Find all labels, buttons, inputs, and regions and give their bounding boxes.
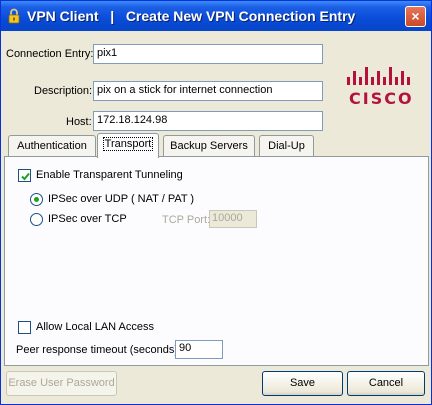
erase-password-button[interactable]: Erase User Password <box>6 371 117 396</box>
connection-entry-label: Connection Entry: <box>6 48 94 60</box>
close-button[interactable]: × <box>405 6 426 27</box>
tab-backup-servers-label: Backup Servers <box>170 140 248 152</box>
window-title: VPN Client | Create New VPN Connection E… <box>27 8 356 24</box>
allow-lan-checkbox[interactable] <box>18 321 31 334</box>
ipsec-tcp-radio[interactable] <box>30 213 43 226</box>
tab-authentication-label: Authentication <box>17 140 87 152</box>
cisco-wordmark: CISCO <box>349 89 414 108</box>
tab-authentication[interactable]: Authentication <box>8 135 96 157</box>
tab-backup-servers[interactable]: Backup Servers <box>163 135 255 157</box>
cancel-button[interactable]: Cancel <box>347 371 425 396</box>
save-button[interactable]: Save <box>262 371 343 396</box>
connection-entry-field[interactable]: pix1 <box>93 44 323 64</box>
cisco-bridge-icon <box>347 67 410 85</box>
description-field[interactable]: pix on a stick for internet connection <box>93 81 323 101</box>
cisco-logo: CISCO <box>339 65 413 109</box>
transport-panel: Enable Transparent Tunneling IPSec over … <box>4 156 429 366</box>
vpn-dialog: VPN Client | Create New VPN Connection E… <box>0 0 432 405</box>
tab-transport[interactable]: Transport <box>97 133 159 158</box>
peer-timeout-field[interactable]: 90 <box>175 340 223 359</box>
tab-dial-up[interactable]: Dial-Up <box>259 135 314 157</box>
ipsec-tcp-label: IPSec over TCP <box>48 213 127 225</box>
tab-transport-label: Transport <box>102 137 154 151</box>
tab-dial-up-label: Dial-Up <box>268 140 305 152</box>
title-bar[interactable]: VPN Client | Create New VPN Connection E… <box>1 1 431 31</box>
lock-icon <box>8 8 20 24</box>
host-field[interactable]: 172.18.124.98 <box>93 111 323 131</box>
checkmark-icon <box>21 172 30 181</box>
ipsec-udp-label: IPSec over UDP ( NAT / PAT ) <box>48 193 195 205</box>
peer-timeout-label: Peer response timeout (seconds): <box>16 344 182 356</box>
host-label: Host: <box>66 116 92 128</box>
tcp-port-field[interactable]: 10000 <box>209 210 257 228</box>
description-label: Description: <box>34 85 93 97</box>
enable-tunneling-checkbox[interactable] <box>18 169 31 182</box>
allow-lan-label: Allow Local LAN Access <box>36 321 154 333</box>
enable-tunneling-label: Enable Transparent Tunneling <box>36 169 183 181</box>
radio-selected-dot <box>34 197 39 202</box>
ipsec-udp-radio[interactable] <box>30 193 43 206</box>
tcp-port-label: TCP Port: <box>162 214 211 226</box>
